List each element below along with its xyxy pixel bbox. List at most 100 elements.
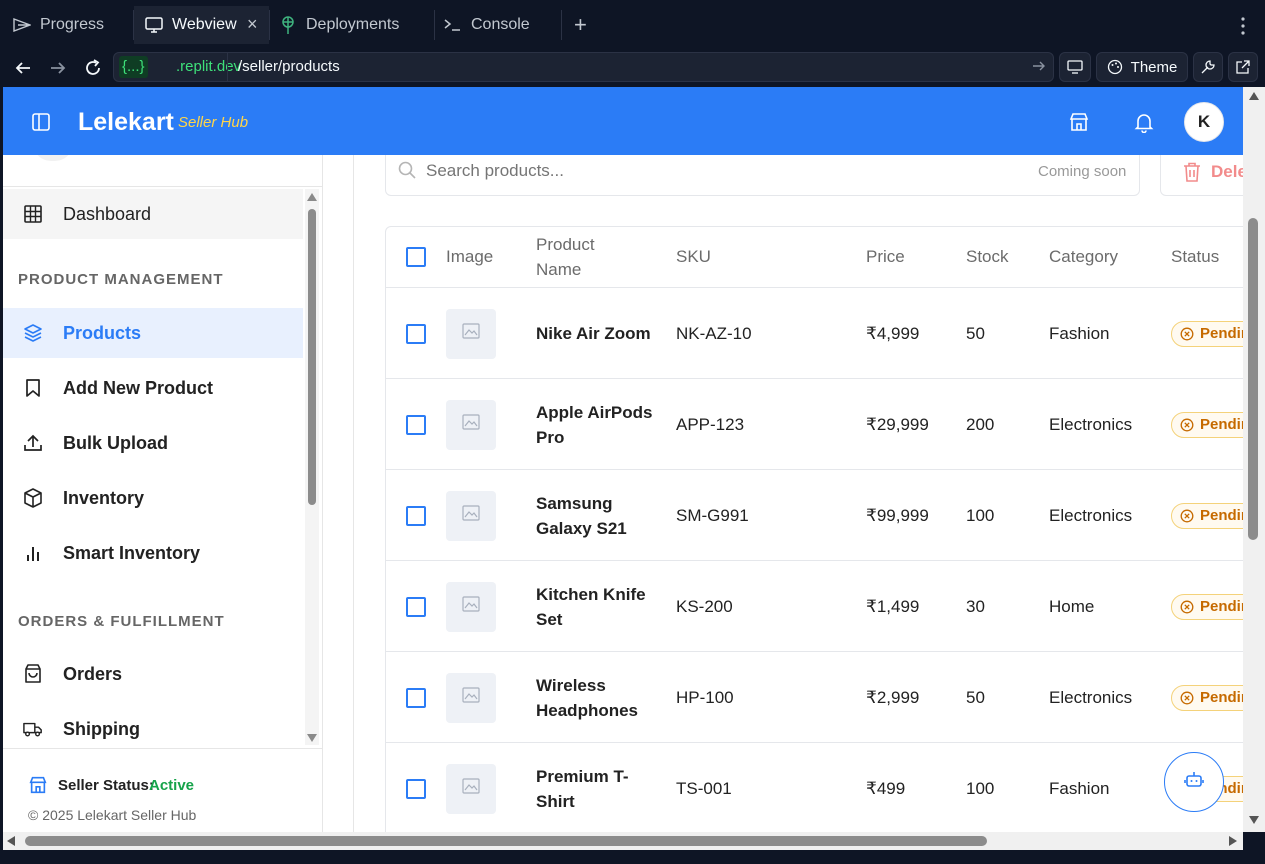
reload-icon[interactable] — [80, 55, 106, 81]
table-row[interactable]: Kitchen Knife Set KS-200 ₹1,499 30 Home Pendi… — [386, 560, 1243, 651]
close-tab-icon[interactable]: × — [247, 14, 258, 35]
product-sku: SM-G991 — [676, 505, 749, 525]
more-options-icon[interactable] — [1233, 14, 1253, 38]
tab-webview[interactable]: Webview × — [134, 6, 269, 44]
product-stock: 50 — [966, 687, 985, 707]
url-path: /seller/products — [238, 58, 340, 75]
search-input[interactable] — [426, 158, 986, 184]
column-header-status[interactable]: Status — [1171, 227, 1219, 287]
row-select-cell — [406, 652, 426, 743]
product-image-placeholder — [446, 581, 496, 632]
column-header-sku[interactable]: SKU — [676, 227, 711, 287]
product-name[interactable]: Apple AirPods Pro — [536, 379, 656, 470]
row-checkbox[interactable] — [406, 596, 426, 617]
devtools-wrench-icon[interactable] — [1193, 52, 1223, 82]
scrollbar-thumb[interactable] — [308, 209, 316, 505]
scroll-up-icon[interactable] — [307, 193, 317, 201]
row-checkbox[interactable] — [406, 505, 426, 526]
divider — [353, 155, 354, 832]
row-checkbox[interactable] — [406, 323, 426, 344]
scroll-down-icon[interactable] — [307, 734, 317, 742]
table-row[interactable]: Premium T-ShirtTS-001₹499100FashionPendi… — [386, 742, 1243, 832]
avatar[interactable]: K — [1184, 102, 1224, 142]
sidebar-item-orders[interactable]: Orders — [3, 649, 303, 699]
product-category: Electronics — [1049, 687, 1133, 707]
tab-deployments[interactable]: Deployments — [270, 6, 434, 44]
image-placeholder-icon — [462, 414, 480, 435]
new-tab-button[interactable]: + — [574, 12, 587, 38]
tab-label: Webview — [172, 16, 237, 33]
delete-button[interactable]: Delete — [1160, 155, 1243, 196]
column-header-stock[interactable]: Stock — [966, 227, 1009, 287]
column-header-product-name[interactable]: Product Name — [536, 227, 626, 287]
column-header-category[interactable]: Category — [1049, 227, 1118, 287]
bell-icon[interactable] — [1133, 111, 1155, 138]
product-name[interactable]: Kitchen Knife Set — [536, 561, 656, 652]
tab-progress[interactable]: Progress — [0, 6, 133, 44]
sidebar-item-shipping[interactable]: Shipping — [3, 704, 303, 754]
status-cell: Pending — [1171, 379, 1243, 470]
section-heading-orders-fulfillment: ORDERS & FULFILLMENT — [18, 613, 225, 630]
scroll-left-icon[interactable] — [7, 836, 15, 846]
product-price: ₹1,499 — [866, 596, 920, 616]
sidebar-item-smart-inventory[interactable]: Smart Inventory — [3, 528, 303, 578]
product-name[interactable]: Samsung Galaxy S21 — [536, 470, 656, 561]
forward-icon[interactable] — [45, 55, 71, 81]
go-arrow-icon[interactable] — [1032, 59, 1046, 78]
status-badge-label: Pending — [1200, 689, 1243, 706]
sidebar-item-add-new-product[interactable]: Add New Product — [3, 363, 303, 413]
table-row[interactable]: Nike Air Zoom NK-AZ-10 ₹4,999 50 Fashion Pend… — [386, 287, 1243, 378]
product-image-placeholder — [446, 763, 496, 814]
scrollbar-thumb[interactable] — [1248, 218, 1258, 540]
status-badge: Pending — [1171, 320, 1243, 347]
brand-logo[interactable]: Lelekart — [78, 108, 174, 137]
sidebar-toggle-icon[interactable] — [31, 112, 51, 137]
product-image-placeholder — [446, 399, 496, 450]
sidebar-item-inventory[interactable]: Inventory — [3, 473, 303, 523]
status-badge-label: Pending — [1200, 507, 1243, 524]
product-sku: HP-100 — [676, 687, 734, 707]
sidebar-item-products[interactable]: Products — [3, 308, 303, 358]
page-vertical-scrollbar[interactable] — [1243, 87, 1265, 832]
product-image-placeholder — [446, 308, 496, 359]
table-row[interactable]: Samsung Galaxy S21 SM-G991 ₹99,999 100 Elect… — [386, 469, 1243, 560]
store-icon[interactable] — [1068, 111, 1090, 138]
column-header-price[interactable]: Price — [866, 227, 905, 287]
row-checkbox[interactable] — [406, 414, 426, 435]
scroll-right-icon[interactable] — [1229, 836, 1237, 846]
scrollbar-thumb[interactable] — [25, 836, 987, 846]
assistant-bot-button[interactable] — [1164, 752, 1224, 812]
page-horizontal-scrollbar[interactable] — [3, 832, 1243, 850]
row-checkbox[interactable] — [406, 778, 426, 799]
bar-chart-icon — [23, 543, 43, 563]
product-name[interactable]: Premium T-Shirt — [536, 743, 656, 832]
column-header-image[interactable]: Image — [446, 227, 493, 287]
scroll-up-icon[interactable] — [1249, 92, 1259, 100]
product-name[interactable]: Wireless Headphones — [536, 652, 656, 743]
status-cell: Pending — [1171, 561, 1243, 652]
select-all-checkbox[interactable] — [406, 247, 426, 267]
sidebar-footer: Seller Status: Active © 2025 Lelekart Se… — [3, 748, 322, 832]
product-price: ₹4,999 — [866, 323, 920, 343]
table-row[interactable]: Wireless Headphones HP-100 ₹2,999 50 Electro… — [386, 651, 1243, 742]
scroll-down-icon[interactable] — [1249, 816, 1259, 824]
sidebar-item-bulk-upload[interactable]: Bulk Upload — [3, 418, 303, 468]
product-sku: NK-AZ-10 — [676, 323, 752, 343]
browser-tab-bar: Progress Webview × Deployments Console + — [0, 0, 1265, 50]
product-stock: 200 — [966, 414, 995, 434]
theme-button[interactable]: Theme — [1096, 52, 1188, 82]
sidebar-item-dashboard[interactable]: Dashboard — [3, 189, 303, 239]
back-icon[interactable] — [10, 55, 36, 81]
product-stock: 50 — [966, 323, 985, 343]
search-box[interactable]: Coming soon — [385, 155, 1140, 196]
table-row[interactable]: Apple AirPods Pro APP-123 ₹29,999 200 Electr… — [386, 378, 1243, 469]
grid-icon — [23, 204, 43, 224]
product-name[interactable]: Nike Air Zoom — [536, 288, 656, 379]
url-field[interactable]: {...} .replit.dev /seller/products — [113, 52, 1054, 82]
row-checkbox[interactable] — [406, 687, 426, 708]
tab-console[interactable]: Console — [435, 6, 561, 44]
open-external-icon[interactable] — [1228, 52, 1258, 82]
sidebar-scrollbar[interactable] — [305, 189, 319, 745]
device-preview-icon[interactable] — [1059, 52, 1091, 82]
webview-app: Lelekart Seller Hub K Dashboard PRODUCT … — [3, 87, 1243, 832]
